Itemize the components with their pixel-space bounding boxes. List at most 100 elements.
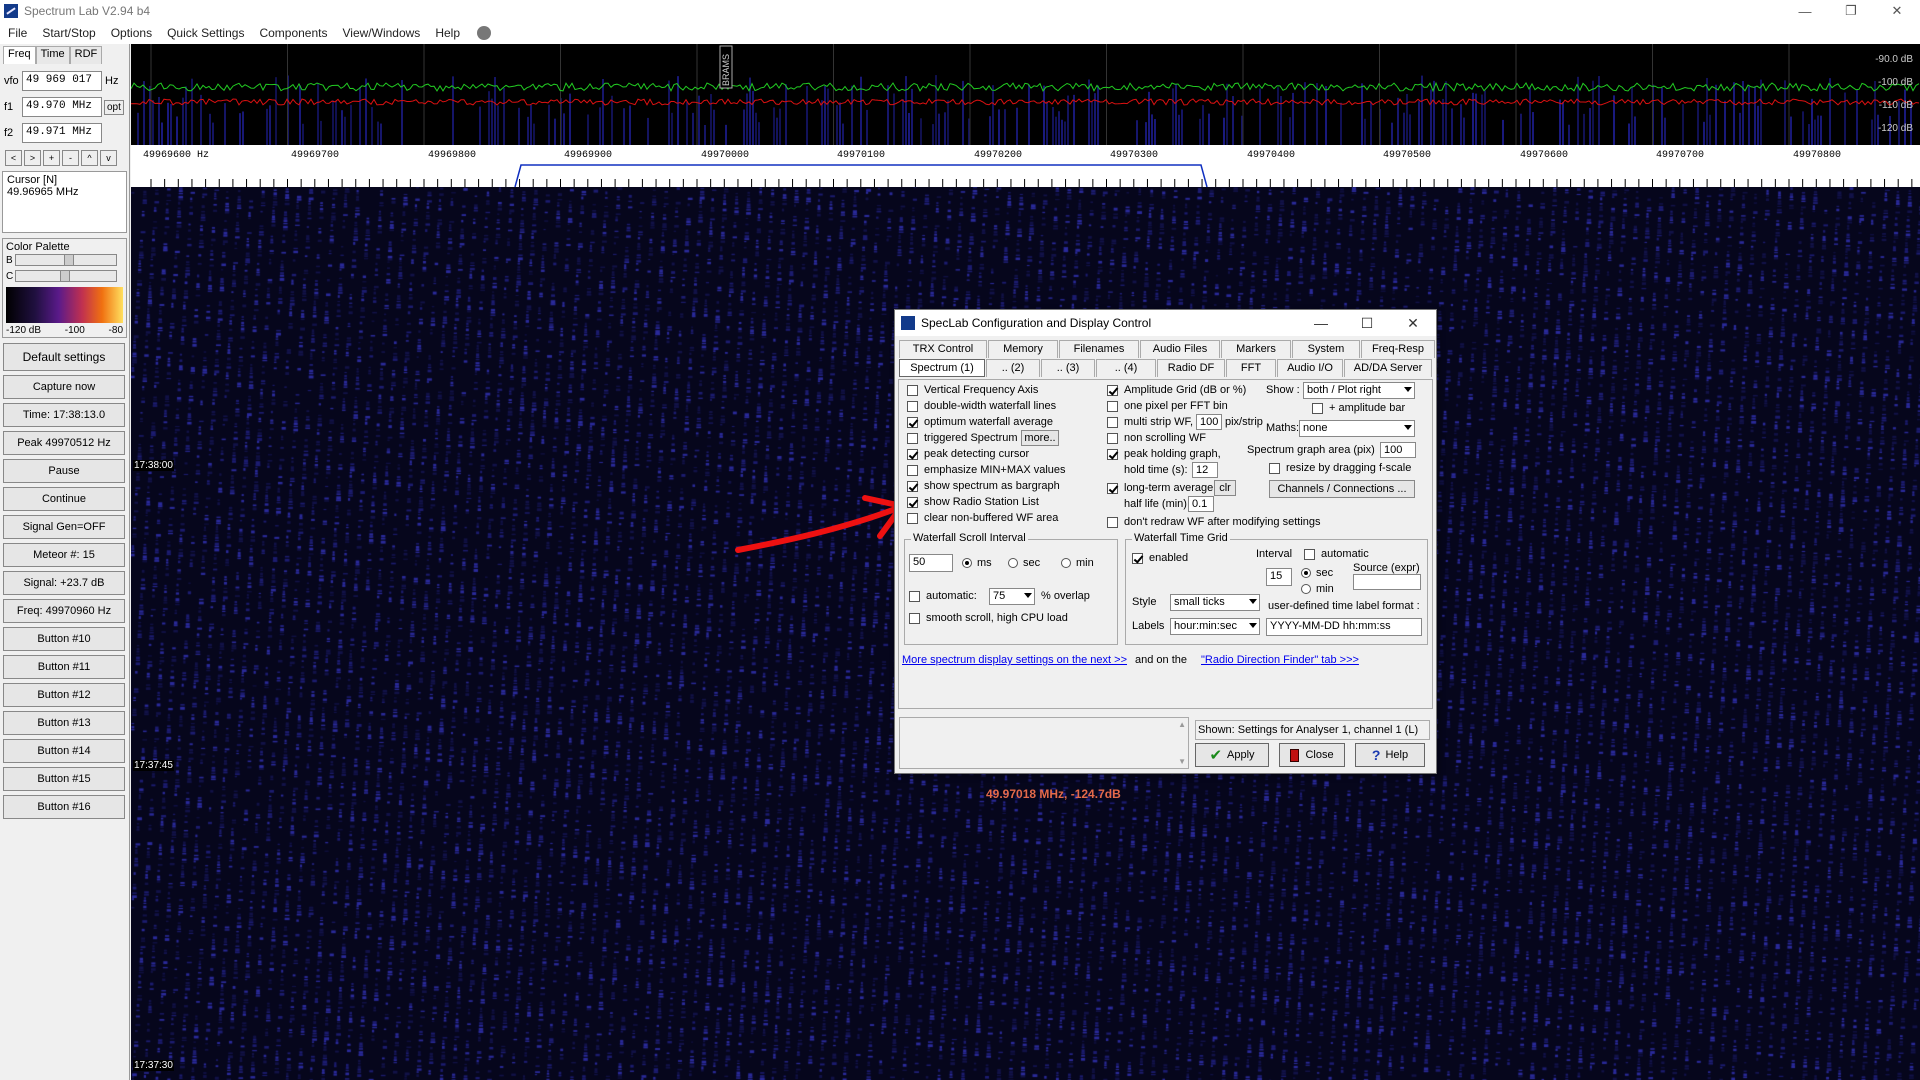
tab-audio-files[interactable]: Audio Files <box>1140 340 1220 358</box>
tab-spectrum-1[interactable]: Spectrum (1) <box>899 359 985 377</box>
emphasize-minmax-checkbox[interactable]: emphasize MIN+MAX values <box>907 464 1066 476</box>
tab-fft[interactable]: FFT <box>1226 359 1276 377</box>
frequency-scale[interactable]: 49969600 Hz 49969700 49969800 49969900 4… <box>131 145 1920 187</box>
smooth-scroll-checkbox[interactable]: smooth scroll, high CPU load <box>909 612 1068 624</box>
tab-rdf[interactable]: RDF <box>69 46 103 64</box>
tab-adda-server[interactable]: AD/DA Server <box>1344 359 1432 377</box>
scroll-right-button[interactable]: > <box>24 150 41 166</box>
button-15[interactable]: Button #15 <box>3 767 125 791</box>
automatic-scroll-checkbox[interactable]: automatic: <box>909 590 977 602</box>
meteor-count-button[interactable]: Meteor #: 15 <box>3 543 125 567</box>
time-grid-enabled-checkbox[interactable]: enabled <box>1132 552 1188 564</box>
signal-gen-button[interactable]: Signal Gen=OFF <box>3 515 125 539</box>
dont-redraw-checkbox[interactable]: don't redraw WF after modifying settings <box>1107 516 1321 528</box>
source-input[interactable] <box>1353 574 1421 590</box>
non-scrolling-checkbox[interactable]: non scrolling WF <box>1107 432 1206 444</box>
interval-input[interactable]: 15 <box>1266 568 1292 586</box>
zoom-out-button[interactable]: - <box>62 150 79 166</box>
menu-components[interactable]: Components <box>259 26 327 40</box>
clr-button[interactable]: clr <box>1214 480 1236 496</box>
show-select[interactable]: both / Plot right <box>1303 382 1415 399</box>
tab-trx-control[interactable]: TRX Control <box>899 340 987 358</box>
default-settings-button[interactable]: Default settings <box>3 343 125 371</box>
opt-button[interactable]: opt <box>104 99 124 115</box>
tab-markers[interactable]: Markers <box>1221 340 1291 358</box>
close-button[interactable]: Close <box>1279 743 1345 767</box>
time-button[interactable]: Time: 17:38:13.0 <box>3 403 125 427</box>
half-life-input[interactable]: 0.1 <box>1188 496 1214 512</box>
labels-select[interactable]: hour:min:sec <box>1170 618 1260 635</box>
peak-button[interactable]: Peak 49970512 Hz <box>3 431 125 455</box>
pause-button[interactable]: Pause <box>3 459 125 483</box>
channels-connections-button[interactable]: Channels / Connections ... <box>1269 480 1415 498</box>
bargraph-checkbox[interactable]: show spectrum as bargraph <box>907 480 1060 492</box>
udf-input[interactable]: YYYY-MM-DD hh:mm:ss <box>1266 618 1422 636</box>
more-settings-link[interactable]: More spectrum display settings on the ne… <box>902 654 1127 666</box>
menu-quick-settings[interactable]: Quick Settings <box>167 26 244 40</box>
tab-spectrum-4[interactable]: .. (4) <box>1096 359 1156 377</box>
button-11[interactable]: Button #11 <box>3 655 125 679</box>
radio-df-link[interactable]: "Radio Direction Finder" tab >>> <box>1201 654 1359 666</box>
graph-area-input[interactable]: 100 <box>1380 442 1416 458</box>
multi-strip-input[interactable]: 100 <box>1196 414 1222 430</box>
interval-min-radio[interactable]: min <box>1301 583 1334 595</box>
amplitude-bar-checkbox[interactable]: + amplitude bar <box>1312 402 1405 414</box>
button-13[interactable]: Button #13 <box>3 711 125 735</box>
scale-up-button[interactable]: ^ <box>81 150 98 166</box>
contrast-slider[interactable] <box>15 270 117 282</box>
spectrum-graph[interactable]: BRAMS -90.0 dB -100 dB -110 dB -120 dB <box>131 44 1920 145</box>
vertical-freq-axis-checkbox[interactable]: Vertical Frequency Axis <box>907 384 1038 396</box>
one-pixel-checkbox[interactable]: one pixel per FFT bin <box>1107 400 1228 412</box>
tab-spectrum-3[interactable]: .. (3) <box>1041 359 1095 377</box>
menu-start-stop[interactable]: Start/Stop <box>42 26 95 40</box>
tab-filenames[interactable]: Filenames <box>1059 340 1139 358</box>
button-10[interactable]: Button #10 <box>3 627 125 651</box>
resize-fscale-checkbox[interactable]: resize by dragging f-scale <box>1269 462 1411 474</box>
help-button[interactable]: ? Help <box>1355 743 1425 767</box>
dialog-maximize-button[interactable]: ☐ <box>1344 310 1390 336</box>
unit-ms-radio[interactable]: ms <box>962 557 992 569</box>
menu-options[interactable]: Options <box>111 26 152 40</box>
amplitude-grid-checkbox[interactable]: Amplitude Grid (dB or %) <box>1107 384 1246 396</box>
unit-min-radio[interactable]: min <box>1061 557 1094 569</box>
optimum-average-checkbox[interactable]: optimum waterfall average <box>907 416 1053 428</box>
peak-cursor-checkbox[interactable]: peak detecting cursor <box>907 448 1029 460</box>
apply-button[interactable]: ✔ Apply <box>1195 743 1269 767</box>
maths-select[interactable]: none <box>1299 420 1415 437</box>
peak-holding-checkbox[interactable]: peak holding graph, <box>1107 448 1221 460</box>
hold-time-input[interactable]: 12 <box>1192 462 1218 478</box>
brightness-slider[interactable] <box>15 254 117 266</box>
unit-sec-radio[interactable]: sec <box>1008 557 1040 569</box>
overlap-select[interactable]: 75 <box>989 588 1035 605</box>
radio-station-list-checkbox[interactable]: show Radio Station List <box>907 496 1039 508</box>
menu-view-windows[interactable]: View/Windows <box>343 26 421 40</box>
f1-input[interactable]: 49.970 MHz <box>22 97 102 117</box>
dialog-close-button[interactable]: ✕ <box>1390 310 1436 336</box>
scroll-up-icon[interactable]: ▲ <box>1178 720 1186 729</box>
tab-system[interactable]: System <box>1292 340 1360 358</box>
dialog-minimize-button[interactable]: — <box>1298 310 1344 336</box>
scroll-interval-input[interactable]: 50 <box>909 554 953 572</box>
continue-button[interactable]: Continue <box>3 487 125 511</box>
clear-nonbuffered-checkbox[interactable]: clear non-buffered WF area <box>907 512 1058 524</box>
more-button[interactable]: more.. <box>1021 430 1059 446</box>
restore-button[interactable]: ❐ <box>1828 0 1874 22</box>
menu-help[interactable]: Help <box>435 26 460 40</box>
button-14[interactable]: Button #14 <box>3 739 125 763</box>
zoom-in-button[interactable]: + <box>43 150 60 166</box>
tab-audio-io[interactable]: Audio I/O <box>1277 359 1343 377</box>
capture-now-button[interactable]: Capture now <box>3 375 125 399</box>
scroll-left-button[interactable]: < <box>5 150 22 166</box>
tab-time[interactable]: Time <box>35 46 70 64</box>
minimize-button[interactable]: — <box>1782 0 1828 22</box>
f2-input[interactable]: 49.971 MHz <box>22 123 102 143</box>
automatic-interval-checkbox[interactable]: automatic <box>1304 548 1369 560</box>
close-window-button[interactable]: ✕ <box>1874 0 1920 22</box>
vfo-input[interactable]: 49 969 017 <box>22 71 102 91</box>
signal-level-button[interactable]: Signal: +23.7 dB <box>3 571 125 595</box>
tab-memory[interactable]: Memory <box>988 340 1058 358</box>
long-term-average-checkbox[interactable]: long-term average <box>1107 482 1213 494</box>
tab-freq-resp[interactable]: Freq-Resp <box>1361 340 1435 358</box>
message-area[interactable]: ▲ ▼ <box>899 717 1189 769</box>
scroll-down-icon[interactable]: ▼ <box>1178 757 1186 766</box>
